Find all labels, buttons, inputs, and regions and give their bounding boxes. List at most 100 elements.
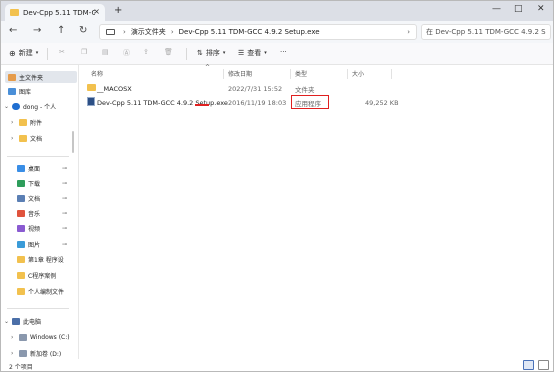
sidebar-item-music[interactable]: 音乐 bbox=[17, 207, 40, 219]
view-button-label: 查看 bbox=[247, 49, 262, 57]
view-button[interactable]: ☰ 查看 ▾ bbox=[238, 48, 267, 58]
column-divider[interactable] bbox=[223, 69, 224, 79]
sidebar-item-downloads[interactable]: 下载 bbox=[17, 177, 40, 189]
sidebar-item-drive-d[interactable]: › 新加卷 (D:) bbox=[11, 347, 61, 359]
sidebar-item-gallery[interactable]: 图库 bbox=[8, 85, 31, 97]
sidebar-item-label: C程序案例 bbox=[28, 272, 57, 280]
pin-icon[interactable]: ⊸ bbox=[62, 195, 67, 202]
plus-circle-icon: ⊕ bbox=[9, 48, 16, 58]
address-bar[interactable]: › 演示文件夹 › Dev-Cpp 5.11 TDM-GCC 4.9.2 Set… bbox=[99, 24, 417, 40]
rename-icon[interactable]: Ⓐ bbox=[123, 48, 130, 58]
document-icon bbox=[17, 194, 25, 202]
sidebar-item-documents[interactable]: 文档 bbox=[17, 192, 40, 204]
sidebar-item-c-examples[interactable]: C程序案例 bbox=[17, 269, 56, 281]
tab-close-icon[interactable]: × bbox=[93, 7, 100, 16]
sidebar-item-personal[interactable]: 个人编制文件 bbox=[17, 285, 64, 297]
sidebar-item-documents-onedrive[interactable]: › 文档 bbox=[11, 132, 42, 144]
search-input[interactable]: 在 Dev-Cpp 5.11 TDM-GCC 4.9.2 S bbox=[421, 24, 551, 40]
minimize-button[interactable]: — bbox=[492, 4, 501, 14]
title-bar: Dev-Cpp 5.11 TDM-GCC 4.9.2 S × + — □ ✕ bbox=[1, 1, 553, 21]
column-divider[interactable] bbox=[290, 69, 291, 79]
chevron-right-icon: › bbox=[11, 134, 14, 142]
pin-icon[interactable]: ⊸ bbox=[62, 241, 67, 248]
chevron-down-icon: ⌄ bbox=[4, 317, 10, 325]
sidebar-item-label: 个人编制文件 bbox=[28, 288, 65, 296]
maximize-button[interactable]: □ bbox=[514, 4, 523, 14]
sidebar-item-label: 附件 bbox=[30, 119, 43, 127]
file-row[interactable]: Dev-Cpp 5.11 TDM-GCC 4.9.2 Setup.exe 201… bbox=[83, 96, 399, 109]
cloud-icon bbox=[12, 102, 20, 110]
sidebar-divider bbox=[7, 308, 69, 309]
new-button[interactable]: ⊕ 新建 ▾ bbox=[9, 48, 38, 58]
sidebar-item-onedrive[interactable]: ⌄ dong - 个人 bbox=[4, 100, 56, 112]
sidebar-item-label: 视频 bbox=[28, 225, 41, 233]
column-header-name[interactable]: 名称 bbox=[91, 69, 103, 78]
forward-button[interactable]: → bbox=[33, 25, 41, 36]
drive-icon bbox=[19, 349, 27, 357]
address-row: ← → ↑ ↻ › 演示文件夹 › Dev-Cpp 5.11 TDM-GCC 4… bbox=[1, 21, 553, 43]
sidebar-item-label: 新加卷 (D:) bbox=[30, 350, 62, 358]
file-name: __MACOSX bbox=[97, 84, 132, 93]
up-button[interactable]: ↑ bbox=[57, 25, 65, 36]
new-button-label: 新建 bbox=[18, 49, 33, 57]
sidebar-item-home[interactable]: 主文件夹 bbox=[5, 71, 77, 83]
sidebar-item-this-pc[interactable]: ⌄ 此电脑 bbox=[4, 315, 41, 327]
file-row[interactable]: __MACOSX 2022/7/31 15:52 文件夹 bbox=[83, 82, 393, 95]
sidebar-item-desktop[interactable]: 桌面 bbox=[17, 162, 40, 174]
pin-icon[interactable]: ⊸ bbox=[62, 225, 67, 232]
share-icon[interactable]: ⇪ bbox=[143, 48, 149, 56]
column-header-modified[interactable]: 修改日期 bbox=[228, 69, 252, 78]
more-options-button[interactable]: ··· bbox=[280, 48, 287, 56]
sidebar-item-videos[interactable]: 视频 bbox=[17, 222, 40, 234]
column-divider[interactable] bbox=[347, 69, 348, 79]
folder-icon bbox=[17, 271, 25, 279]
refresh-button[interactable]: ↻ bbox=[79, 25, 87, 36]
new-tab-button[interactable]: + bbox=[114, 5, 122, 16]
download-icon bbox=[17, 179, 25, 187]
pane-divider[interactable] bbox=[78, 65, 79, 359]
file-type: 文件夹 bbox=[295, 85, 315, 94]
chevron-right-icon: › bbox=[170, 28, 174, 36]
sidebar-item-label: 音乐 bbox=[28, 210, 41, 218]
sort-button-label: 排序 bbox=[205, 49, 220, 57]
toolbar-divider bbox=[47, 48, 48, 60]
pin-icon[interactable]: ⊸ bbox=[62, 210, 67, 217]
close-button[interactable]: ✕ bbox=[537, 4, 545, 14]
sidebar-item-drive-c[interactable]: › Windows (C:) bbox=[11, 331, 70, 343]
file-modified: 2016/11/19 18:03 bbox=[228, 98, 287, 107]
back-button[interactable]: ← bbox=[9, 25, 17, 36]
column-divider[interactable] bbox=[391, 69, 392, 79]
pin-icon[interactable]: ⊸ bbox=[62, 180, 67, 187]
sidebar-item-label: 图片 bbox=[28, 241, 41, 249]
breadcrumb-file[interactable]: Dev-Cpp 5.11 TDM-GCC 4.9.2 Setup.exe bbox=[179, 28, 320, 36]
picture-icon bbox=[17, 240, 25, 248]
tiles-view-button[interactable] bbox=[538, 360, 549, 370]
monitor-icon bbox=[106, 29, 115, 35]
chevron-down-icon: ▾ bbox=[35, 50, 39, 56]
sidebar-divider bbox=[7, 156, 69, 157]
folder-icon bbox=[17, 287, 25, 295]
annotation-underline bbox=[195, 104, 209, 106]
sidebar-scrollbar[interactable] bbox=[72, 131, 74, 153]
chevron-right-icon: › bbox=[123, 28, 126, 36]
column-header-size[interactable]: 大小 bbox=[352, 69, 364, 78]
sort-button[interactable]: ⇅ 排序 ▾ bbox=[197, 48, 225, 58]
pin-icon[interactable]: ⊸ bbox=[62, 165, 67, 172]
sidebar-item-chapter1[interactable]: 第1章 程序设 bbox=[17, 253, 64, 265]
copy-icon[interactable]: ❐ bbox=[81, 48, 87, 56]
home-icon bbox=[8, 73, 16, 81]
paste-icon[interactable]: ▤ bbox=[102, 48, 109, 56]
breadcrumb-folder[interactable]: 演示文件夹 bbox=[131, 27, 166, 37]
sidebar-item-label: 第1章 程序设 bbox=[28, 256, 64, 264]
cut-icon[interactable]: ✂ bbox=[59, 48, 65, 56]
sidebar-item-label: 文档 bbox=[30, 135, 43, 143]
column-header-type[interactable]: 类型 bbox=[295, 69, 307, 78]
sidebar-item-attachments[interactable]: › 附件 bbox=[11, 116, 42, 128]
delete-icon[interactable]: 🗑 bbox=[164, 48, 173, 56]
sidebar-item-pictures[interactable]: 图片 bbox=[17, 238, 40, 250]
details-view-button[interactable] bbox=[523, 360, 534, 370]
folder-icon bbox=[19, 118, 27, 126]
folder-icon bbox=[87, 84, 96, 91]
tab-current-folder[interactable]: Dev-Cpp 5.11 TDM-GCC 4.9.2 S × bbox=[5, 4, 105, 21]
desktop-icon bbox=[17, 164, 25, 172]
